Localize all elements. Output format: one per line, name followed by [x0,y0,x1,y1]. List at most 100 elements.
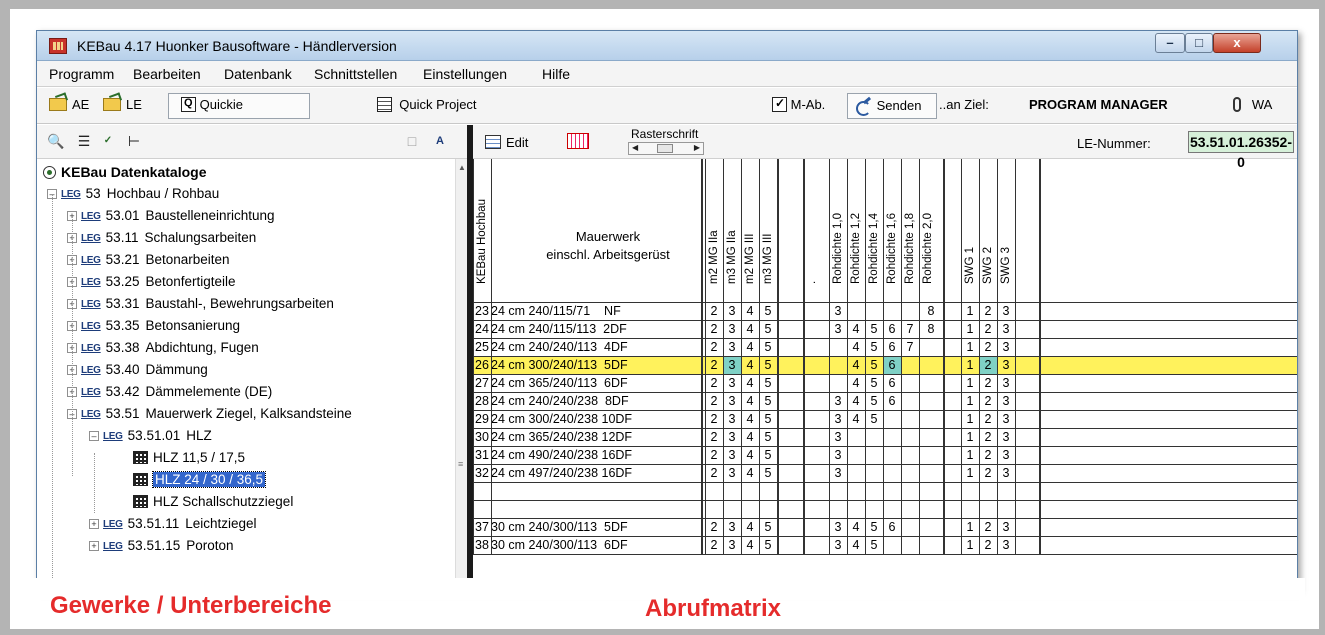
matrix-cell[interactable] [997,501,1015,518]
matrix-cell[interactable]: 2 [979,357,997,374]
matrix-cell[interactable]: 4 [741,321,759,338]
matrix-cell[interactable]: 2 [979,519,997,536]
matrix-cell[interactable]: 2 [705,429,723,446]
matrix-cell[interactable] [943,501,961,518]
matrix-cell[interactable] [777,357,803,374]
matrix-cell[interactable]: 5 [865,375,883,392]
matrix-cell[interactable] [883,537,901,554]
matrix-cell[interactable]: 4 [741,429,759,446]
matrix-cell[interactable]: 2 [705,447,723,464]
matrix-cell[interactable] [777,411,803,428]
font-icon[interactable]: A [431,133,449,149]
matrix-cell[interactable] [1015,537,1039,554]
matrix-cell[interactable]: 4 [741,465,759,482]
matrix-cell[interactable] [901,303,919,320]
tree-node-53.01[interactable]: + LEG 53.01 Baustelleneinrichtung [67,205,275,227]
matrix-cell[interactable] [943,483,961,500]
matrix-cell[interactable]: 3 [829,411,847,428]
matrix-cell[interactable] [1015,519,1039,536]
matrix-cell[interactable] [847,483,865,500]
matrix-cell[interactable] [1015,501,1039,518]
matrix-cell[interactable]: 5 [759,321,777,338]
matrix-cell[interactable] [1015,411,1039,428]
matrix-cell[interactable]: 4 [741,447,759,464]
matrix-cell[interactable]: 6 [883,393,901,410]
matrix-cell[interactable] [943,357,961,374]
menu-bearbeiten[interactable]: Bearbeiten [133,66,201,82]
matrix-cell[interactable] [777,483,803,500]
matrix-cell[interactable]: 3 [723,447,741,464]
matrix-cell[interactable]: 4 [847,537,865,554]
matrix-cell[interactable] [943,537,961,554]
matrix-cell[interactable]: 7 [901,339,919,356]
matrix-cell[interactable] [943,465,961,482]
matrix-cell[interactable] [803,321,829,338]
matrix-cell[interactable]: 2 [705,321,723,338]
matrix-cell[interactable] [1015,447,1039,464]
matrix-cell[interactable]: 1 [961,303,979,320]
matrix-cell[interactable]: 3 [723,321,741,338]
matrix-cell[interactable]: 2 [705,339,723,356]
matrix-cell[interactable]: 3 [997,321,1015,338]
matrix-cell[interactable] [777,393,803,410]
edit-button[interactable]: Edit [485,135,528,150]
matrix-row[interactable]: 28 24 cm 240/240/238 8DF 2 3 4 5 3 4 5 6 1 2 3 [473,393,1297,411]
matrix-cell[interactable]: 4 [847,357,865,374]
tree-node-53.31[interactable]: + LEG 53.31 Baustahl-, Bewehrungsarbeiten [67,293,334,315]
matrix-cell[interactable] [979,483,997,500]
matrix-cell[interactable]: 5 [865,537,883,554]
matrix-row[interactable]: 26 24 cm 300/240/113 5DF 2 3 4 5 4 5 6 1 2 3 [473,357,1297,375]
matrix-cell[interactable] [1015,339,1039,356]
matrix-row[interactable]: 38 30 cm 240/300/113 6DF 2 3 4 5 3 4 5 1 2 3 [473,537,1297,555]
matrix-cell[interactable]: 3 [723,357,741,374]
tree-leaf[interactable]: HLZ Schallschutzziegel [133,491,293,513]
matrix-cell[interactable]: 4 [847,339,865,356]
matrix-cell[interactable]: 1 [961,519,979,536]
tree-node-53.35[interactable]: + LEG 53.35 Betonsanierung [67,315,240,337]
matrix-cell[interactable] [777,447,803,464]
matrix-row[interactable]: 25 24 cm 240/240/113 4DF 2 3 4 5 4 5 6 7 1 2 3 [473,339,1297,357]
matrix-cell[interactable] [979,501,997,518]
matrix-cell[interactable]: 2 [979,321,997,338]
matrix-cell[interactable]: 4 [741,357,759,374]
matrix-cell[interactable]: 3 [997,465,1015,482]
matrix-cell[interactable] [741,483,759,500]
tree-leaf[interactable]: HLZ 24 / 30 / 36,5 [133,469,267,491]
matrix-cell[interactable] [1015,303,1039,320]
matrix-cell[interactable]: 2 [705,393,723,410]
matrix-cell[interactable]: 1 [961,411,979,428]
matrix-cell[interactable]: 4 [741,537,759,554]
matrix-cell[interactable]: 2 [705,465,723,482]
close-button[interactable]: x [1213,33,1261,53]
matrix-cell[interactable] [803,483,829,500]
matrix-cell[interactable] [777,465,803,482]
menu-einstellungen[interactable]: Einstellungen [423,66,507,82]
matrix-cell[interactable]: 4 [847,321,865,338]
tree-node-53.21[interactable]: + LEG 53.21 Betonarbeiten [67,249,230,271]
m-ab-button[interactable]: M-Ab. [772,96,825,112]
matrix-cell[interactable] [865,483,883,500]
matrix-cell[interactable] [759,483,777,500]
matrix-cell[interactable]: 2 [979,411,997,428]
matrix-cell[interactable]: 3 [723,375,741,392]
matrix-row[interactable]: 29 24 cm 300/240/238 10DF 2 3 4 5 3 4 5 1 2 3 [473,411,1297,429]
matrix-cell[interactable]: 5 [759,411,777,428]
matrix-cell[interactable] [829,501,847,518]
matrix-cell[interactable]: 7 [901,321,919,338]
matrix-cell[interactable] [919,339,943,356]
matrix-cell[interactable]: 3 [829,465,847,482]
binoculars-icon[interactable]: 🔍 [47,133,65,149]
menu-datenbank[interactable]: Datenbank [224,66,292,82]
matrix-cell[interactable]: 4 [741,393,759,410]
ae-button[interactable]: AE [49,97,89,112]
matrix-cell[interactable]: 5 [759,303,777,320]
matrix-cell[interactable] [883,447,901,464]
slider-left-icon[interactable]: ◀ [632,143,638,152]
matrix-cell[interactable] [847,465,865,482]
matrix-cell[interactable] [741,501,759,518]
matrix-cell[interactable] [777,375,803,392]
tree-node-53.38[interactable]: + LEG 53.38 Abdichtung, Fugen [67,337,259,359]
matrix-cell[interactable]: 1 [961,447,979,464]
matrix-cell[interactable]: 2 [979,339,997,356]
matrix-cell[interactable] [705,501,723,518]
